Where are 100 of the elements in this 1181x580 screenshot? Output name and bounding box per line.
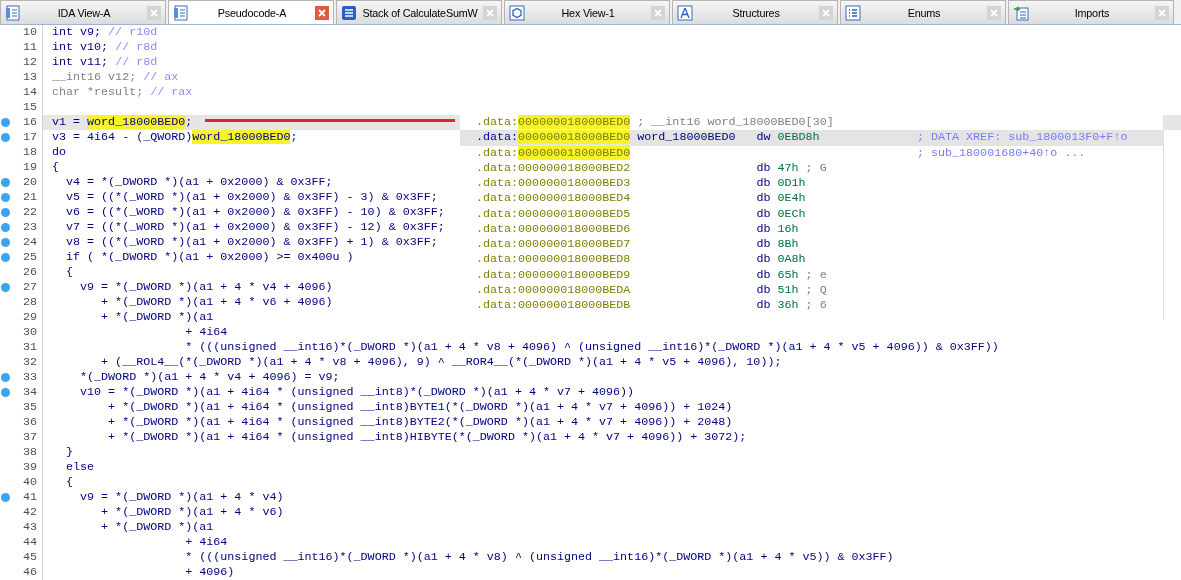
tab[interactable]: IDA View-A: [0, 0, 166, 24]
line-number: 40: [22, 475, 37, 490]
code-line: int v9; // r10d: [51, 25, 158, 40]
code-line: v1 = word_18000BED0;: [51, 115, 193, 130]
code-line: v9 = *(_DWORD *)(a1 + 4 * v4): [79, 490, 284, 505]
line-number: 44: [22, 535, 37, 550]
line-number: 37: [22, 430, 37, 445]
code-line: __int16 v12; // ax: [51, 70, 179, 85]
code-line: * (((unsigned __int16)*(_DWORD *)(a1 + 4 * v8 + 4096) ^ (unsigned __int16)*(_DWORD *)(a1 + 4 * v5 + 4096)) & 0x3FF)): [184, 340, 999, 355]
breakpoint-dot[interactable]: [1, 208, 10, 217]
code-line: + 4i64: [184, 325, 228, 340]
close-button[interactable]: [315, 5, 329, 20]
code-line: + (__ROL4__(*(_DWORD *)(a1 + 4 * v8 + 4096), 9) ^ __ROR4__(*(_DWORD *)(a1 + 4 * v5 + 4096), 10));: [100, 355, 782, 370]
code-line: {: [65, 265, 74, 280]
listing-line[interactable]: .data:000000018000BED4 db 0E4h: [460, 191, 1163, 207]
line-number: 27: [22, 280, 37, 295]
tab[interactable]: Hex View-1: [504, 0, 670, 24]
code-line: {: [65, 475, 74, 490]
code-line: int v11; // r8d: [51, 55, 158, 70]
line-number: 12: [22, 55, 37, 70]
line-number: 26: [22, 265, 37, 280]
line-number: 17: [22, 130, 37, 145]
listing-line[interactable]: .data:000000018000BED5 db 0ECh: [460, 206, 1163, 222]
code-line: + *(_DWORD *)(a1 + 4 * v6 + 4096): [100, 295, 333, 310]
listing-line[interactable]: .data:000000018000BED6 db 16h: [460, 221, 1163, 237]
code-line: int v10; // r8d: [51, 40, 158, 55]
code-line: v7 = ((*(_WORD *)(a1 + 0x2000) & 0x3FF) - 12) & 0x3FF;: [65, 220, 445, 235]
line-number: 30: [22, 325, 37, 340]
line-number: 21: [22, 190, 37, 205]
line-number: 36: [22, 415, 37, 430]
list-icon: [1013, 4, 1029, 21]
tab[interactable]: Pseudocode-A: [168, 0, 334, 24]
code-line: + 4i64: [184, 535, 228, 550]
line-number: 14: [22, 85, 37, 100]
line-number: 22: [22, 205, 37, 220]
tab[interactable]: Stack of CalculateSumW: [336, 0, 502, 24]
line-number: 32: [22, 355, 37, 370]
breakpoint-dot[interactable]: [1, 253, 10, 262]
listing-line[interactable]: .data:000000018000BED9 db 65h ; e: [460, 267, 1163, 283]
line-number: 28: [22, 295, 37, 310]
line-number: 34: [22, 385, 37, 400]
list-icon: [845, 4, 861, 21]
code-line: v6 = ((*(_WORD *)(a1 + 0x2000) & 0x3FF) - 10) & 0x3FF;: [65, 205, 445, 220]
breakpoint-dot[interactable]: [1, 493, 10, 502]
breakpoint-dot[interactable]: [1, 283, 10, 292]
code-line: v8 = ((*(_WORD *)(a1 + 0x2000) & 0x3FF) + 1) & 0x3FF;: [65, 235, 438, 250]
line-number: 46: [22, 565, 37, 580]
breakpoint-dot[interactable]: [1, 133, 10, 142]
breakpoint-dot[interactable]: [1, 178, 10, 187]
code-line: * (((unsigned __int16)*(_DWORD *)(a1 + 4 * v8) ^ (unsigned __int16)*(_DWORD *)(a1 + 4 * v5)) & 0x3FF): [184, 550, 894, 565]
listing-line[interactable]: .data:000000018000BED8 db 0A8h: [460, 252, 1163, 268]
line-number: 20: [22, 175, 37, 190]
line-number: 15: [22, 100, 37, 115]
tab[interactable]: Enums: [840, 0, 1006, 24]
line-number: 45: [22, 550, 37, 565]
line-number: 43: [22, 520, 37, 535]
line-number: 33: [22, 370, 37, 385]
line-number: 13: [22, 70, 37, 85]
listing-line[interactable]: .data:000000018000BEDA db 51h ; Q: [460, 282, 1163, 298]
line-number: 18: [22, 145, 37, 160]
code-line: + *(_DWORD *)(a1 + 4i64 * (unsigned __int8)HIBYTE(*(_DWORD *)(a1 + 4 * v7 + 4096)) + 3072);: [107, 430, 747, 445]
line-number: 42: [22, 505, 37, 520]
hexagon-icon: [509, 4, 525, 21]
line-number: 19: [22, 160, 37, 175]
line-number: 11: [22, 40, 37, 55]
code-line: v9 = *(_DWORD *)(a1 + 4 * v4 + 4096): [79, 280, 333, 295]
line-number: 10: [22, 25, 37, 40]
triangle-icon: [677, 4, 693, 21]
code-line: v5 = ((*(_WORD *)(a1 + 0x2000) & 0x3FF) - 3) & 0x3FF;: [65, 190, 438, 205]
line-number: 31: [22, 340, 37, 355]
breakpoint-dot[interactable]: [1, 388, 10, 397]
tab[interactable]: Structures: [672, 0, 838, 24]
code-line: {: [51, 160, 59, 175]
listing-line[interactable]: .data:000000018000BEDB db 36h ; 6: [460, 298, 1163, 314]
code-line: + *(_DWORD *)(a1: [100, 310, 214, 325]
code-line: if ( *(_DWORD *)(a1 + 0x2000) >= 0x400u ): [65, 250, 354, 265]
line-number: 23: [22, 220, 37, 235]
code-line: }: [65, 445, 74, 460]
breakpoint-dot[interactable]: [1, 223, 10, 232]
listing-line[interactable]: .data:000000018000BED7 db 8Bh: [460, 237, 1163, 253]
line-number: 41: [22, 490, 37, 505]
listing-line[interactable]: .data:000000018000BED2 db 47h ; G: [460, 160, 1163, 176]
code-line: char *result; // rax: [51, 85, 193, 100]
code-line: v10 = *(_DWORD *)(a1 + 4i64 * (unsigned __int8)*(_DWORD *)(a1 + 4 * v7 + 4096)): [79, 385, 635, 400]
document-icon: [173, 4, 189, 21]
code-line: *(_DWORD *)(a1 + 4 * v4 + 4096) = v9;: [79, 370, 340, 385]
line-number: 35: [22, 400, 37, 415]
tab[interactable]: Imports: [1008, 0, 1174, 24]
breakpoint-dot[interactable]: [1, 373, 10, 382]
stack-icon: [341, 4, 357, 21]
breakpoint-dot[interactable]: [1, 193, 10, 202]
breakpoint-dot[interactable]: [1, 238, 10, 247]
breakpoint-dot[interactable]: [1, 118, 10, 127]
document-icon: [5, 4, 21, 21]
line-number: 38: [22, 445, 37, 460]
line-number: 29: [22, 310, 37, 325]
listing-line[interactable]: .data:000000018000BED3 db 0D1h: [460, 176, 1163, 192]
code-line: + *(_DWORD *)(a1 + 4i64 * (unsigned __int8)BYTE1(*(_DWORD *)(a1 + 4 * v7 + 4096)) + 1024): [107, 400, 733, 415]
line-number: 25: [22, 250, 37, 265]
line-number: 16: [22, 115, 37, 130]
